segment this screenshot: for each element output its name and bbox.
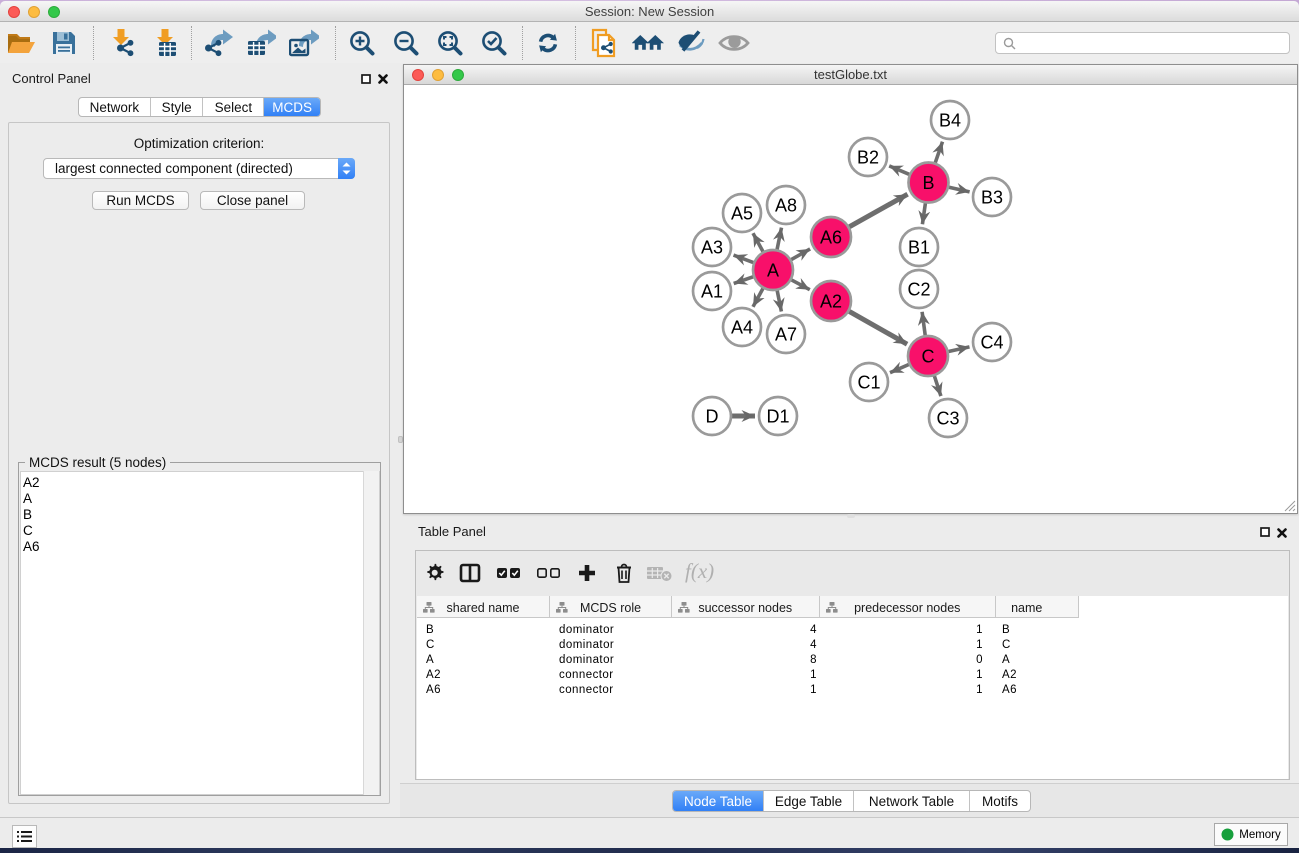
svg-text:A2: A2: [820, 292, 842, 312]
svg-text:A1: A1: [701, 282, 723, 302]
svg-text:C1: C1: [857, 373, 880, 393]
svg-text:B3: B3: [981, 188, 1003, 208]
svg-text:A3: A3: [701, 238, 723, 258]
svg-text:C3: C3: [936, 409, 959, 429]
svg-text:A4: A4: [731, 318, 753, 338]
svg-text:B2: B2: [857, 148, 879, 168]
svg-text:A: A: [767, 261, 779, 281]
svg-text:B: B: [922, 173, 934, 193]
svg-text:C4: C4: [980, 333, 1003, 353]
svg-text:B1: B1: [908, 238, 930, 258]
svg-text:A6: A6: [820, 228, 842, 248]
svg-text:A5: A5: [731, 204, 753, 224]
svg-text:A8: A8: [775, 196, 797, 216]
svg-text:D: D: [706, 407, 719, 427]
svg-text:B4: B4: [939, 111, 961, 131]
svg-text:C2: C2: [907, 280, 930, 300]
svg-text:A7: A7: [775, 325, 797, 345]
svg-text:C: C: [922, 347, 935, 367]
svg-text:D1: D1: [766, 407, 789, 427]
